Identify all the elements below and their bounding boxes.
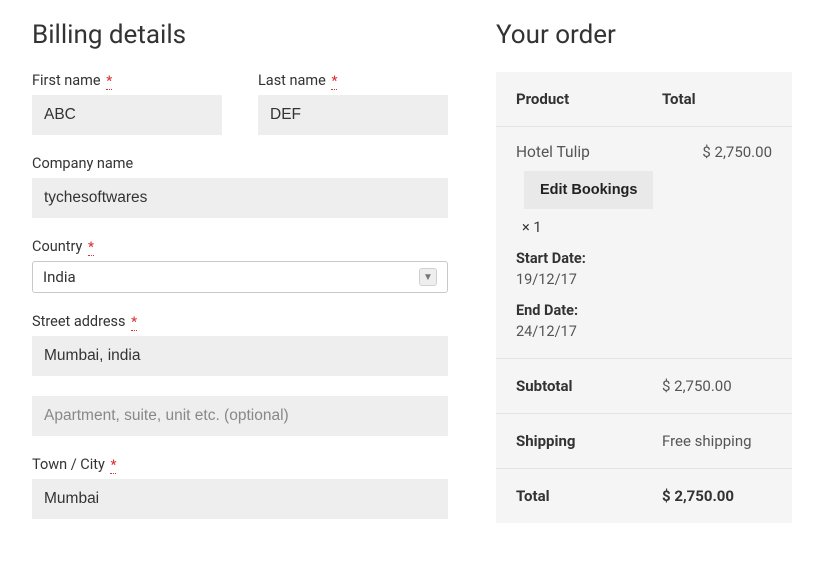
start-date-value: 19/12/17: [516, 271, 772, 288]
subtotal-label: Subtotal: [516, 377, 662, 395]
total-value: $ 2,750.00: [662, 487, 772, 505]
street-address-label: Street address *: [32, 313, 448, 330]
country-selected-value: India: [43, 268, 76, 286]
billing-heading: Billing details: [32, 20, 448, 50]
edit-bookings-button[interactable]: Edit Bookings: [524, 171, 653, 209]
first-name-input[interactable]: [32, 95, 222, 135]
total-label: Total: [516, 487, 662, 505]
order-col-total: Total: [662, 90, 772, 108]
required-marker: *: [106, 74, 112, 90]
required-marker: *: [331, 74, 337, 90]
shipping-value: Free shipping: [662, 432, 772, 450]
last-name-input[interactable]: [258, 95, 448, 135]
end-date-value: 24/12/17: [516, 323, 772, 340]
street-line2-input[interactable]: [32, 396, 448, 436]
end-date-label: End Date:: [516, 302, 772, 319]
product-total: $ 2,750.00: [702, 143, 772, 161]
start-date-label: Start Date:: [516, 250, 772, 267]
product-name: Hotel Tulip: [516, 143, 590, 161]
order-summary: Product Total Hotel Tulip $ 2,750.00 Edi…: [496, 72, 792, 523]
company-label: Company name: [32, 155, 448, 172]
last-name-label: Last name *: [258, 72, 448, 89]
city-input[interactable]: [32, 479, 448, 519]
required-marker: *: [88, 240, 94, 256]
order-col-product: Product: [516, 90, 662, 108]
product-qty: × 1: [522, 219, 772, 236]
order-heading: Your order: [496, 20, 792, 50]
first-name-label: First name *: [32, 72, 222, 89]
city-label: Town / City *: [32, 456, 448, 473]
company-input[interactable]: [32, 178, 448, 218]
required-marker: *: [110, 458, 116, 474]
required-marker: *: [131, 315, 137, 331]
subtotal-value: $ 2,750.00: [662, 377, 772, 395]
country-label: Country *: [32, 238, 448, 255]
chevron-down-icon: ▼: [419, 268, 437, 286]
shipping-label: Shipping: [516, 432, 662, 450]
street-line1-input[interactable]: [32, 336, 448, 376]
country-select[interactable]: India ▼: [32, 261, 448, 293]
